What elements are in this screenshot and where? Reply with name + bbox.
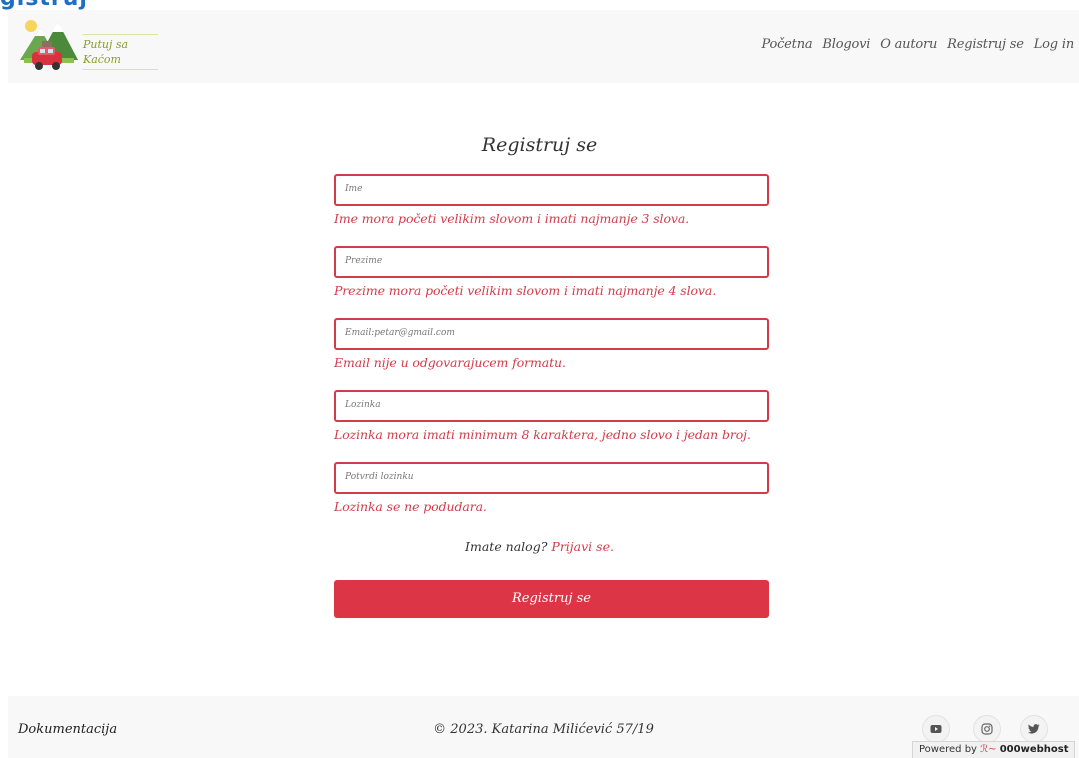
last-name-error: Prezime mora početi velikim slovom i ima… bbox=[334, 283, 717, 298]
nav-link-pocetna[interactable]: Početna bbox=[756, 37, 817, 52]
nav-link-blogovi[interactable]: Blogovi bbox=[817, 37, 875, 52]
top-strip-text: gistruj bbox=[0, 0, 88, 10]
twitter-icon[interactable] bbox=[1020, 715, 1048, 743]
first-name-error: Ime mora početi velikim slovom i imati n… bbox=[334, 211, 690, 226]
instagram-icon[interactable] bbox=[973, 715, 1001, 743]
nav-link-registruj-se[interactable]: Registruj se bbox=[942, 37, 1029, 52]
confirm-password-error: Lozinka se ne podudara. bbox=[334, 499, 487, 514]
email-input[interactable]: Email:petar@gmail.com bbox=[334, 318, 769, 350]
login-prompt-text: Imate nalog? bbox=[465, 539, 548, 554]
login-prompt: Imate nalog? Prijavi se. bbox=[0, 539, 1079, 554]
webhost-logo-icon: ℛ~ bbox=[980, 744, 997, 755]
youtube-icon[interactable] bbox=[922, 715, 950, 743]
copyright: © 2023. Katarina Milićević 57/19 bbox=[433, 722, 654, 737]
password-error: Lozinka mora imati minimum 8 karaktera, … bbox=[334, 427, 751, 442]
top-strip: gistruj bbox=[0, 0, 1079, 10]
powered-by-badge[interactable]: Powered by ℛ~ 000webhost bbox=[912, 741, 1075, 758]
form-title: Registruj se bbox=[481, 134, 598, 156]
last-name-input[interactable]: Prezime bbox=[334, 246, 769, 278]
login-link[interactable]: Prijavi se. bbox=[551, 539, 614, 554]
confirm-password-input[interactable]: Potvrdi lozinku bbox=[334, 462, 769, 494]
webhost-name: 000webhost bbox=[999, 744, 1069, 755]
first-name-input[interactable]: Ime bbox=[334, 174, 769, 206]
logo[interactable] bbox=[18, 16, 80, 74]
powered-by-text: Powered by bbox=[919, 744, 977, 755]
nav-link-log-in[interactable]: Log in bbox=[1029, 37, 1079, 52]
brand-name: Putuj sa Kaćom bbox=[83, 38, 129, 66]
brand[interactable]: Putuj sa Kaćom bbox=[83, 34, 158, 70]
password-input[interactable]: Lozinka bbox=[334, 390, 769, 422]
nav-link-o-autoru[interactable]: O autoru bbox=[875, 37, 942, 52]
navbar: Putuj sa Kaćom Početna Blogovi O autoru … bbox=[8, 10, 1079, 83]
nav-links: Početna Blogovi O autoru Registruj se Lo… bbox=[756, 37, 1079, 52]
email-error: Email nije u odgovarajucem formatu. bbox=[334, 355, 566, 370]
register-button[interactable]: Registruj se bbox=[334, 580, 769, 618]
brand-divider bbox=[83, 69, 158, 70]
